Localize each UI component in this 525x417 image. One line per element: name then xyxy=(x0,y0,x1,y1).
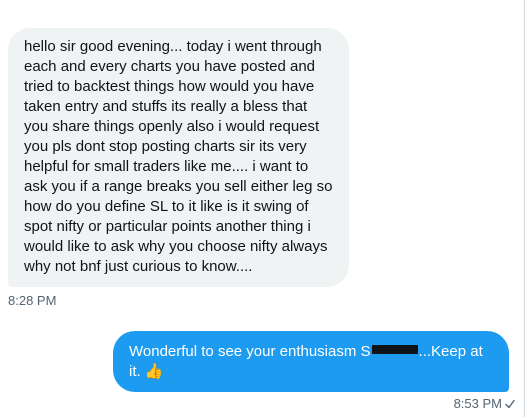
received-message-bubble[interactable]: hello sir good evening... today i went t… xyxy=(8,28,349,287)
sent-message-meta: 8:53 PM xyxy=(454,396,515,411)
received-message-text: hello sir good evening... today i went t… xyxy=(24,38,333,275)
sent-message-time: 8:53 PM xyxy=(453,396,502,411)
check-icon xyxy=(505,399,515,408)
sent-message-bubble[interactable]: Wonderful to see your enthusiasm S ...Kee… xyxy=(113,331,509,392)
redaction-block xyxy=(371,345,418,354)
sent-message-text-start: Wonderful to see your enthusiasm S xyxy=(129,343,371,360)
received-message-time: 8:28 PM xyxy=(8,293,57,308)
thumbs-up-icon: 👍 xyxy=(144,363,164,380)
